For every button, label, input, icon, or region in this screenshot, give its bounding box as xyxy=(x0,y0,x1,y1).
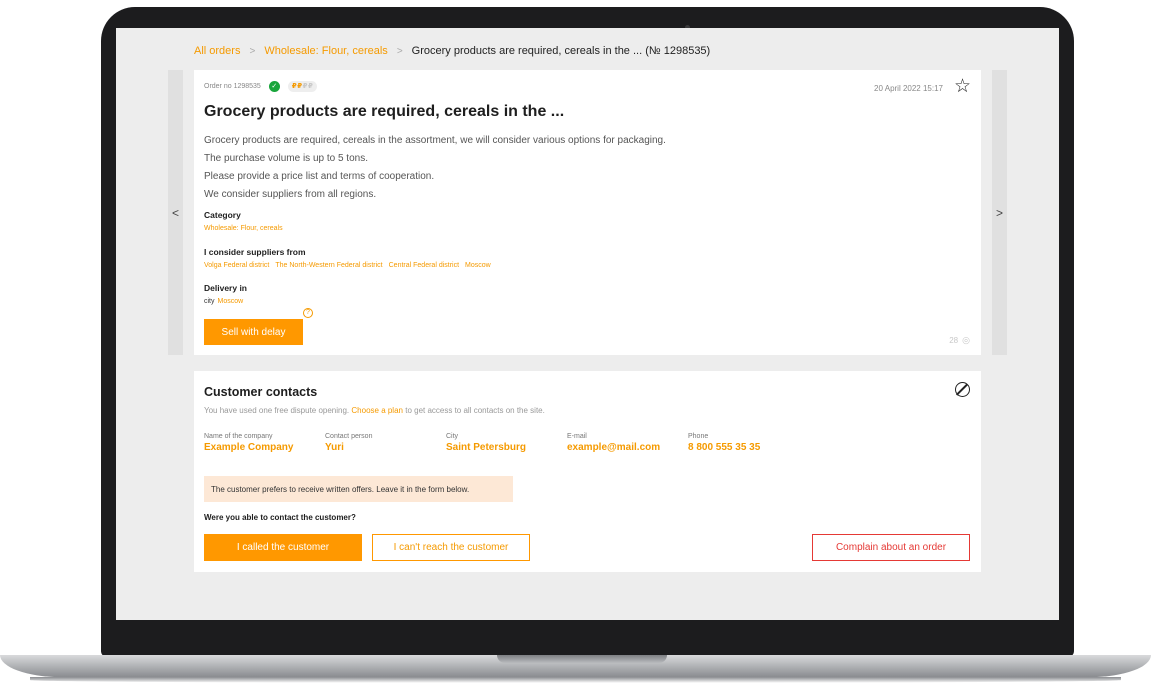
laptop-notch xyxy=(497,655,667,663)
phone-link[interactable]: 8 800 555 35 35 xyxy=(688,442,809,453)
views-count: 28 xyxy=(949,336,959,345)
customer-contacts-card: Customer contacts You have used one free… xyxy=(194,371,981,572)
sell-with-delay-button[interactable]: Sell with delay xyxy=(204,319,303,345)
prev-order-button[interactable]: < xyxy=(168,70,183,355)
choose-plan-link[interactable]: Choose a plan xyxy=(351,406,403,415)
eye-icon: ◎ xyxy=(962,335,970,345)
supplier-region[interactable]: Volga Federal district xyxy=(204,262,269,269)
email-field: E-mail example@mail.com xyxy=(567,433,688,453)
next-order-button[interactable]: > xyxy=(992,70,1007,355)
called-customer-button[interactable]: I called the customer xyxy=(204,534,362,561)
category-link[interactable]: Wholesale: Flour, cereals xyxy=(204,225,283,232)
notice-text: You have used one free dispute opening. xyxy=(204,406,350,415)
description-line: Grocery products are required, cereals i… xyxy=(204,135,666,146)
suppliers-list: Volga Federal district The North-Western… xyxy=(204,262,491,269)
breadcrumb-current: Grocery products are required, cereals i… xyxy=(411,45,711,57)
supplier-region[interactable]: The North-Western Federal district xyxy=(275,262,382,269)
description-line: We consider suppliers from all regions. xyxy=(204,189,377,200)
contact-info-grid: Name of the company Example Company Cont… xyxy=(204,433,809,453)
price-level-inactive: ₽₽ xyxy=(302,83,314,90)
order-description: Grocery products are required, cereals i… xyxy=(204,132,666,204)
delivery-prefix: city xyxy=(204,298,215,305)
star-icon[interactable]: ☆ xyxy=(954,77,971,96)
field-label: E-mail xyxy=(567,433,587,440)
description-line: Please provide a price list and terms of… xyxy=(204,171,435,182)
verified-check-icon: ✓ xyxy=(268,81,280,92)
contact-question: Were you able to contact the customer? xyxy=(204,513,356,522)
category-value: Wholesale: Flour, cereals xyxy=(204,225,283,232)
contacts-title: Customer contacts xyxy=(204,385,318,399)
order-meta: Order no 1298535 ✓ ₽₽₽₽ xyxy=(204,81,318,92)
order-title: Grocery products are required, cereals i… xyxy=(204,103,565,120)
supplier-region[interactable]: Central Federal district xyxy=(389,262,459,269)
price-level-badge: ₽₽₽₽ xyxy=(287,81,318,92)
delivery-city[interactable]: Moscow xyxy=(218,298,244,305)
notice-text: to get access to all contacts on the sit… xyxy=(405,406,545,415)
city-name: Saint Petersburg xyxy=(446,442,527,453)
chevron-right-icon: > xyxy=(396,45,403,57)
breadcrumb-category[interactable]: Wholesale: Flour, cereals xyxy=(264,45,388,57)
supplier-region[interactable]: Moscow xyxy=(465,262,491,269)
company-name: Example Company xyxy=(204,442,294,453)
field-label: Name of the company xyxy=(204,433,273,440)
breadcrumb: All orders > Wholesale: Flour, cereals >… xyxy=(194,45,710,57)
chevron-right-icon: > xyxy=(995,205,1003,220)
help-icon[interactable]: ? xyxy=(303,308,313,318)
price-level-active: ₽₽ xyxy=(291,83,303,90)
chevron-left-icon: < xyxy=(171,205,179,220)
city-field: City Saint Petersburg xyxy=(446,433,567,453)
order-card: Order no 1298535 ✓ ₽₽₽₽ 20 April 2022 15… xyxy=(194,70,981,355)
order-number: Order no 1298535 xyxy=(204,83,261,90)
laptop-shadow xyxy=(30,677,1121,683)
field-label: Phone xyxy=(688,433,709,440)
company-field: Name of the company Example Company xyxy=(204,433,325,453)
category-label: Category xyxy=(204,210,241,220)
contact-person-name: Yuri xyxy=(325,442,344,453)
suppliers-label: I consider suppliers from xyxy=(204,247,306,257)
screen: All orders > Wholesale: Flour, cereals >… xyxy=(116,28,1059,620)
phone-field: Phone 8 800 555 35 35 xyxy=(688,433,809,453)
complain-button[interactable]: Complain about an order xyxy=(812,534,970,561)
field-label: Contact person xyxy=(325,433,373,440)
preference-notice: The customer prefers to receive written … xyxy=(204,476,513,502)
views-counter: 28 ◎ xyxy=(949,335,970,346)
block-icon[interactable] xyxy=(955,382,970,397)
cant-reach-customer-button[interactable]: I can't reach the customer xyxy=(372,534,530,561)
contact-person-field: Contact person Yuri xyxy=(325,433,446,453)
breadcrumb-all-orders[interactable]: All orders xyxy=(194,45,240,57)
order-date: 20 April 2022 15:17 xyxy=(874,84,943,93)
plan-notice: You have used one free dispute opening. … xyxy=(204,406,545,415)
delivery-value: city Moscow xyxy=(204,298,243,305)
chevron-right-icon: > xyxy=(249,45,256,57)
field-label: City xyxy=(446,433,459,440)
description-line: The purchase volume is up to 5 tons. xyxy=(204,153,368,164)
email-link[interactable]: example@mail.com xyxy=(567,442,688,453)
delivery-label: Delivery in xyxy=(204,283,247,293)
